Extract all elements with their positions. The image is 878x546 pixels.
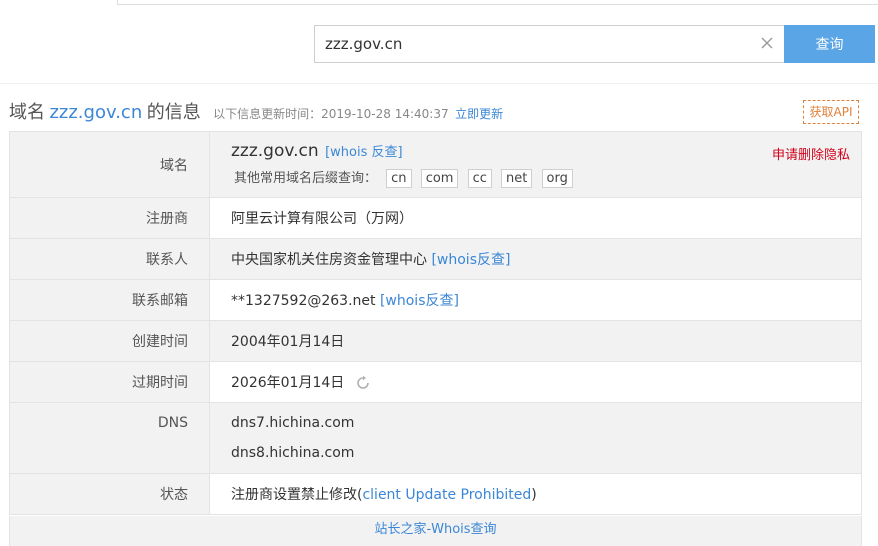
row-value-expires: 2026年01月14日 bbox=[209, 361, 862, 403]
search-input[interactable] bbox=[315, 26, 755, 62]
page-title: 域名 zzz.gov.cn 的信息 以下信息更新时间：2019-10-28 14… bbox=[9, 98, 503, 126]
row-value-email: **1327592@263.net [whois反查] bbox=[209, 279, 862, 321]
tab-divider bbox=[0, 4, 878, 5]
row-label-created: 创建时间 bbox=[9, 320, 210, 362]
suffix-prompt: 其他常用域名后缀查询： bbox=[234, 171, 378, 186]
query-button[interactable]: 查询 bbox=[784, 25, 875, 63]
divider bbox=[0, 83, 878, 84]
domain-whois-reverse-link[interactable]: [whois 反查] bbox=[325, 145, 403, 160]
domain-name: zzz.gov.cn bbox=[231, 141, 319, 161]
expiry-date: 2026年01月14日 bbox=[231, 375, 345, 391]
row-value-status: 注册商设置禁止修改(client Update Prohibited) bbox=[209, 473, 862, 515]
status-suffix: ) bbox=[531, 487, 537, 503]
status-prefix: 注册商设置禁止修改( bbox=[231, 487, 363, 503]
row-label-contact: 联系人 bbox=[9, 238, 210, 280]
row-label-email: 联系邮箱 bbox=[9, 279, 210, 321]
contact-name: 中央国家机关住房资金管理中心 bbox=[231, 252, 427, 268]
clear-icon[interactable] bbox=[759, 35, 775, 51]
row-label-status: 状态 bbox=[9, 473, 210, 515]
row-value-dns: dns7.hichina.com dns8.hichina.com bbox=[209, 402, 862, 474]
suffix-tag-cn[interactable]: cn bbox=[386, 169, 412, 188]
email-whois-reverse-link[interactable]: [whois反查] bbox=[380, 293, 459, 309]
table-row-created: 创建时间 2004年01月14日 bbox=[9, 320, 862, 362]
table-row-dns: DNS dns7.hichina.com dns8.hichina.com bbox=[9, 402, 862, 474]
dns-server-1: dns7.hichina.com bbox=[231, 415, 355, 431]
suffix-query-row: 其他常用域名后缀查询： cn com cc net org bbox=[231, 167, 861, 188]
status-code-link[interactable]: client Update Prohibited bbox=[362, 487, 531, 503]
contact-email: **1327592@263.net bbox=[231, 293, 376, 309]
title-suffix: 的信息 bbox=[146, 102, 201, 123]
table-row-domain: 域名 zzz.gov.cn [whois 反查] 申请删除隐私 其他常用域名后缀… bbox=[9, 131, 862, 198]
table-row-status: 状态 注册商设置禁止修改(client Update Prohibited) bbox=[9, 473, 862, 515]
row-value-domain: zzz.gov.cn [whois 反查] 申请删除隐私 其他常用域名后缀查询：… bbox=[209, 131, 862, 198]
whois-info-table: 域名 zzz.gov.cn [whois 反查] 申请删除隐私 其他常用域名后缀… bbox=[9, 131, 862, 515]
row-label-registrar: 注册商 bbox=[9, 197, 210, 239]
row-label-dns: DNS bbox=[9, 402, 210, 474]
row-label-expires: 过期时间 bbox=[9, 361, 210, 403]
table-row-registrar: 注册商 阿里云计算有限公司（万网） bbox=[9, 197, 862, 239]
top-tab-strip bbox=[0, 0, 878, 6]
contact-whois-reverse-link[interactable]: [whois反查] bbox=[431, 252, 510, 268]
request-delete-privacy-link[interactable]: 申请删除隐私 bbox=[772, 144, 850, 163]
row-label-domain: 域名 bbox=[9, 131, 210, 198]
table-row-email: 联系邮箱 **1327592@263.net [whois反查] bbox=[9, 279, 862, 321]
row-value-registrar: 阿里云计算有限公司（万网） bbox=[209, 197, 862, 239]
title-prefix: 域名 bbox=[9, 102, 45, 123]
table-row-expires: 过期时间 2026年01月14日 bbox=[9, 361, 862, 403]
row-value-created: 2004年01月14日 bbox=[209, 320, 862, 362]
update-time-text: 以下信息更新时间：2019-10-28 14:40:37 bbox=[213, 107, 449, 121]
dns-server-2: dns8.hichina.com bbox=[231, 445, 355, 461]
suffix-tag-org[interactable]: org bbox=[541, 169, 573, 188]
refresh-now-link[interactable]: 立即更新 bbox=[455, 107, 503, 121]
row-value-contact: 中央国家机关住房资金管理中心 [whois反查] bbox=[209, 238, 862, 280]
refresh-icon[interactable] bbox=[355, 375, 371, 391]
get-api-button[interactable]: 获取API bbox=[803, 100, 859, 124]
search-box bbox=[314, 25, 784, 63]
active-tab[interactable] bbox=[0, 0, 118, 5]
title-domain-link[interactable]: zzz.gov.cn bbox=[49, 102, 142, 123]
table-row-contact: 联系人 中央国家机关住房资金管理中心 [whois反查] bbox=[9, 238, 862, 280]
footer-bar: 站长之家-Whois查询 bbox=[9, 516, 862, 546]
suffix-tag-cc[interactable]: cc bbox=[467, 169, 492, 188]
suffix-tag-net[interactable]: net bbox=[501, 169, 533, 188]
suffix-tag-com[interactable]: com bbox=[420, 169, 459, 188]
